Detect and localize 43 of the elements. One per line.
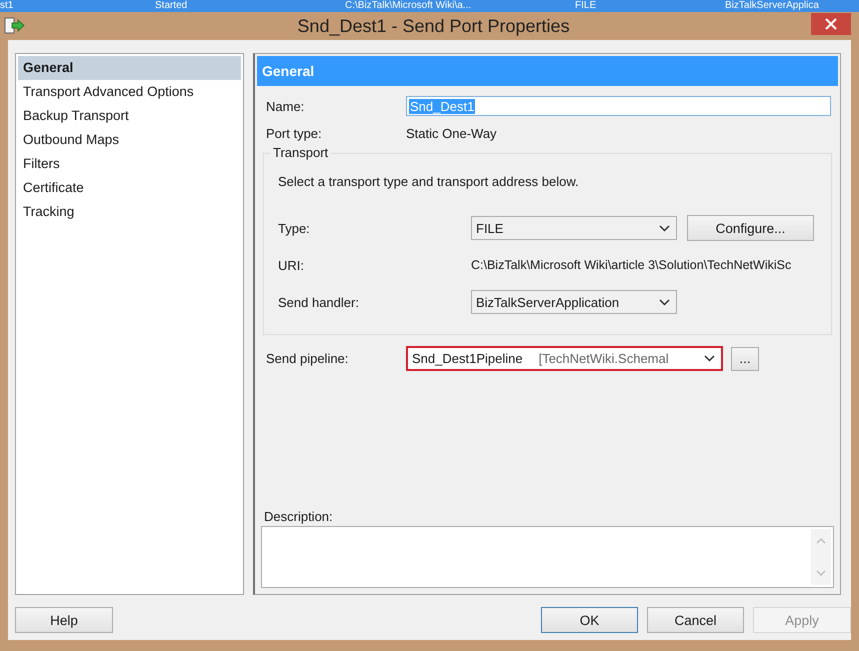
page-list-item[interactable]: General	[18, 56, 241, 80]
page-list-item[interactable]: Filters	[18, 152, 241, 176]
close-icon	[825, 18, 837, 30]
field-label: Port type:	[266, 126, 323, 141]
uri-value: C:\BizTalk\Microsoft Wiki\article 3\Solution\TechNetWikiSc	[471, 258, 792, 272]
chevron-down-icon	[704, 355, 715, 362]
scroll-up-icon[interactable]	[816, 537, 826, 544]
scrollbar[interactable]	[811, 529, 831, 585]
dialog-button[interactable]: Cancel	[647, 607, 744, 633]
field-label: URI:	[278, 258, 305, 272]
background-row-cell-text: C:\BizTalk\Microsoft Wiki\a...	[345, 0, 472, 12]
scroll-down-icon[interactable]	[816, 570, 826, 577]
page-list-item[interactable]: Transport Advanced Options	[18, 80, 241, 104]
type-dropdown[interactable]: FILE	[471, 216, 677, 240]
field-label: Description:	[263, 509, 334, 524]
field-label: Name:	[266, 98, 306, 114]
background-row-cell-text: Started	[155, 0, 188, 12]
send-handler-dropdown[interactable]: BizTalkServerApplication	[471, 290, 677, 314]
configure-button[interactable]: Configure...	[687, 215, 814, 241]
background-row-cell-text: st1	[0, 0, 14, 12]
background-row-cell-text: FILE	[575, 0, 598, 12]
dialog-button[interactable]: Help	[15, 607, 113, 633]
panel-header: General	[257, 56, 838, 86]
field-label: Send handler:	[278, 294, 360, 310]
group-legend: Transport	[270, 145, 332, 160]
window-title: Snd_Dest1 - Send Port Properties	[296, 16, 571, 36]
chevron-down-icon	[659, 224, 670, 232]
description-field[interactable]	[261, 526, 834, 588]
page-list-item[interactable]: Certificate	[18, 176, 241, 200]
field-label: Send pipeline:	[266, 351, 350, 366]
background-row-cell: BizTalkServerApplica	[725, 0, 819, 12]
transport-hint: Select a transport type and transport address below.	[278, 174, 580, 189]
dialog-button[interactable]: OK	[541, 607, 638, 633]
page-list-item[interactable]: Outbound Maps	[18, 128, 241, 152]
browse-button[interactable]: ...	[731, 346, 759, 370]
port-type-value: Static One-Way	[406, 126, 497, 141]
page-list-item[interactable]: Backup Transport	[18, 104, 241, 128]
close-button[interactable]	[811, 13, 851, 35]
send-port-icon	[4, 17, 26, 35]
chevron-down-icon	[659, 298, 670, 306]
field-label: Type:	[278, 220, 311, 236]
page-list-item[interactable]: Tracking	[18, 200, 241, 224]
send-pipeline-dropdown[interactable]: Snd_Dest1Pipeline [TechNetWiki.Schemal	[406, 346, 723, 371]
